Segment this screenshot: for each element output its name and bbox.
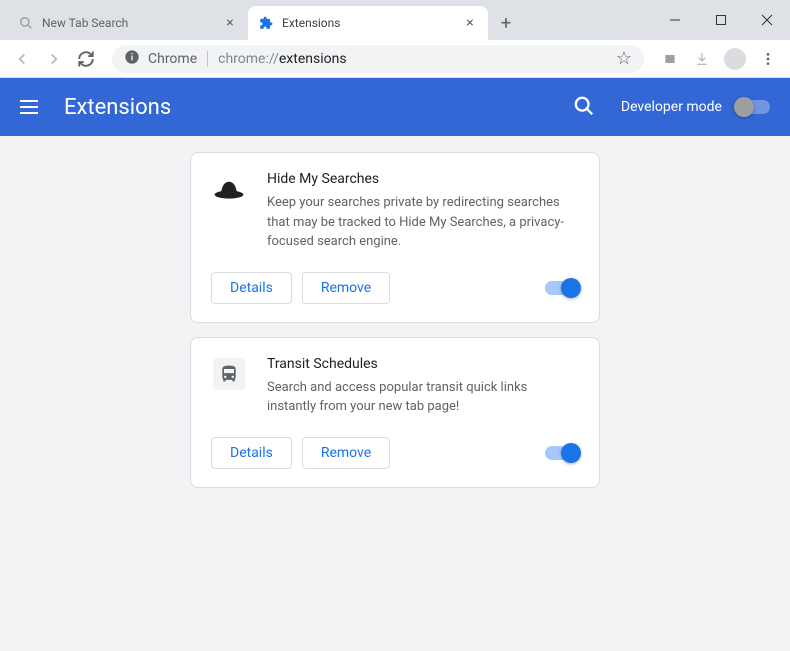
developer-mode-toggle[interactable] [736,100,770,114]
profile-avatar[interactable] [724,48,746,70]
extension-name: Transit Schedules [267,356,579,372]
url-suffix: extensions [279,51,347,67]
details-button[interactable]: Details [211,437,292,469]
close-window-button[interactable] [744,0,790,40]
extension-name: Hide My Searches [267,171,579,187]
developer-mode-label: Developer mode [621,99,722,115]
extension-description: Keep your searches private by redirectin… [267,193,579,252]
back-button[interactable] [8,45,36,73]
toggle-knob [734,97,754,117]
extension-description: Search and access popular transit quick … [267,378,579,417]
extension-card: Hide My Searches Keep your searches priv… [190,152,600,323]
tab-extensions[interactable]: Extensions × [248,6,488,40]
menu-icon[interactable] [754,45,782,73]
hat-icon [211,171,247,207]
remove-button[interactable]: Remove [302,272,390,304]
browser-toolbar: Chrome chrome://extensions ☆ [0,40,790,78]
hamburger-menu-icon[interactable] [20,95,44,119]
reload-button[interactable] [72,45,100,73]
search-icon [18,15,34,31]
extensions-header: Extensions Developer mode [0,78,790,136]
window-controls [652,0,790,40]
tab-title: Extensions [282,16,462,30]
page-title: Extensions [64,95,573,120]
extension-icon[interactable] [656,45,684,73]
url-prefix: chrome:// [218,51,279,67]
tab-title: New Tab Search [42,16,222,30]
chrome-label: Chrome [148,51,208,67]
site-info-icon[interactable] [124,49,140,69]
puzzle-icon [258,15,274,31]
details-button[interactable]: Details [211,272,292,304]
new-tab-button[interactable]: + [492,9,520,37]
tab-new-tab-search[interactable]: New Tab Search × [8,6,248,40]
minimize-button[interactable] [652,0,698,40]
toggle-knob [561,278,581,298]
search-icon[interactable] [573,95,597,119]
bookmark-star-icon[interactable]: ☆ [616,48,632,69]
extension-card: Transit Schedules Search and access popu… [190,337,600,488]
extensions-list: Hide My Searches Keep your searches priv… [0,136,790,651]
close-tab-icon[interactable]: × [462,15,478,31]
bus-icon [211,356,247,392]
toggle-knob [561,443,581,463]
forward-button[interactable] [40,45,68,73]
enable-toggle[interactable] [545,281,579,295]
maximize-button[interactable] [698,0,744,40]
remove-button[interactable]: Remove [302,437,390,469]
address-bar[interactable]: Chrome chrome://extensions ☆ [112,45,644,73]
enable-toggle[interactable] [545,446,579,460]
download-icon[interactable] [688,45,716,73]
close-tab-icon[interactable]: × [222,15,238,31]
